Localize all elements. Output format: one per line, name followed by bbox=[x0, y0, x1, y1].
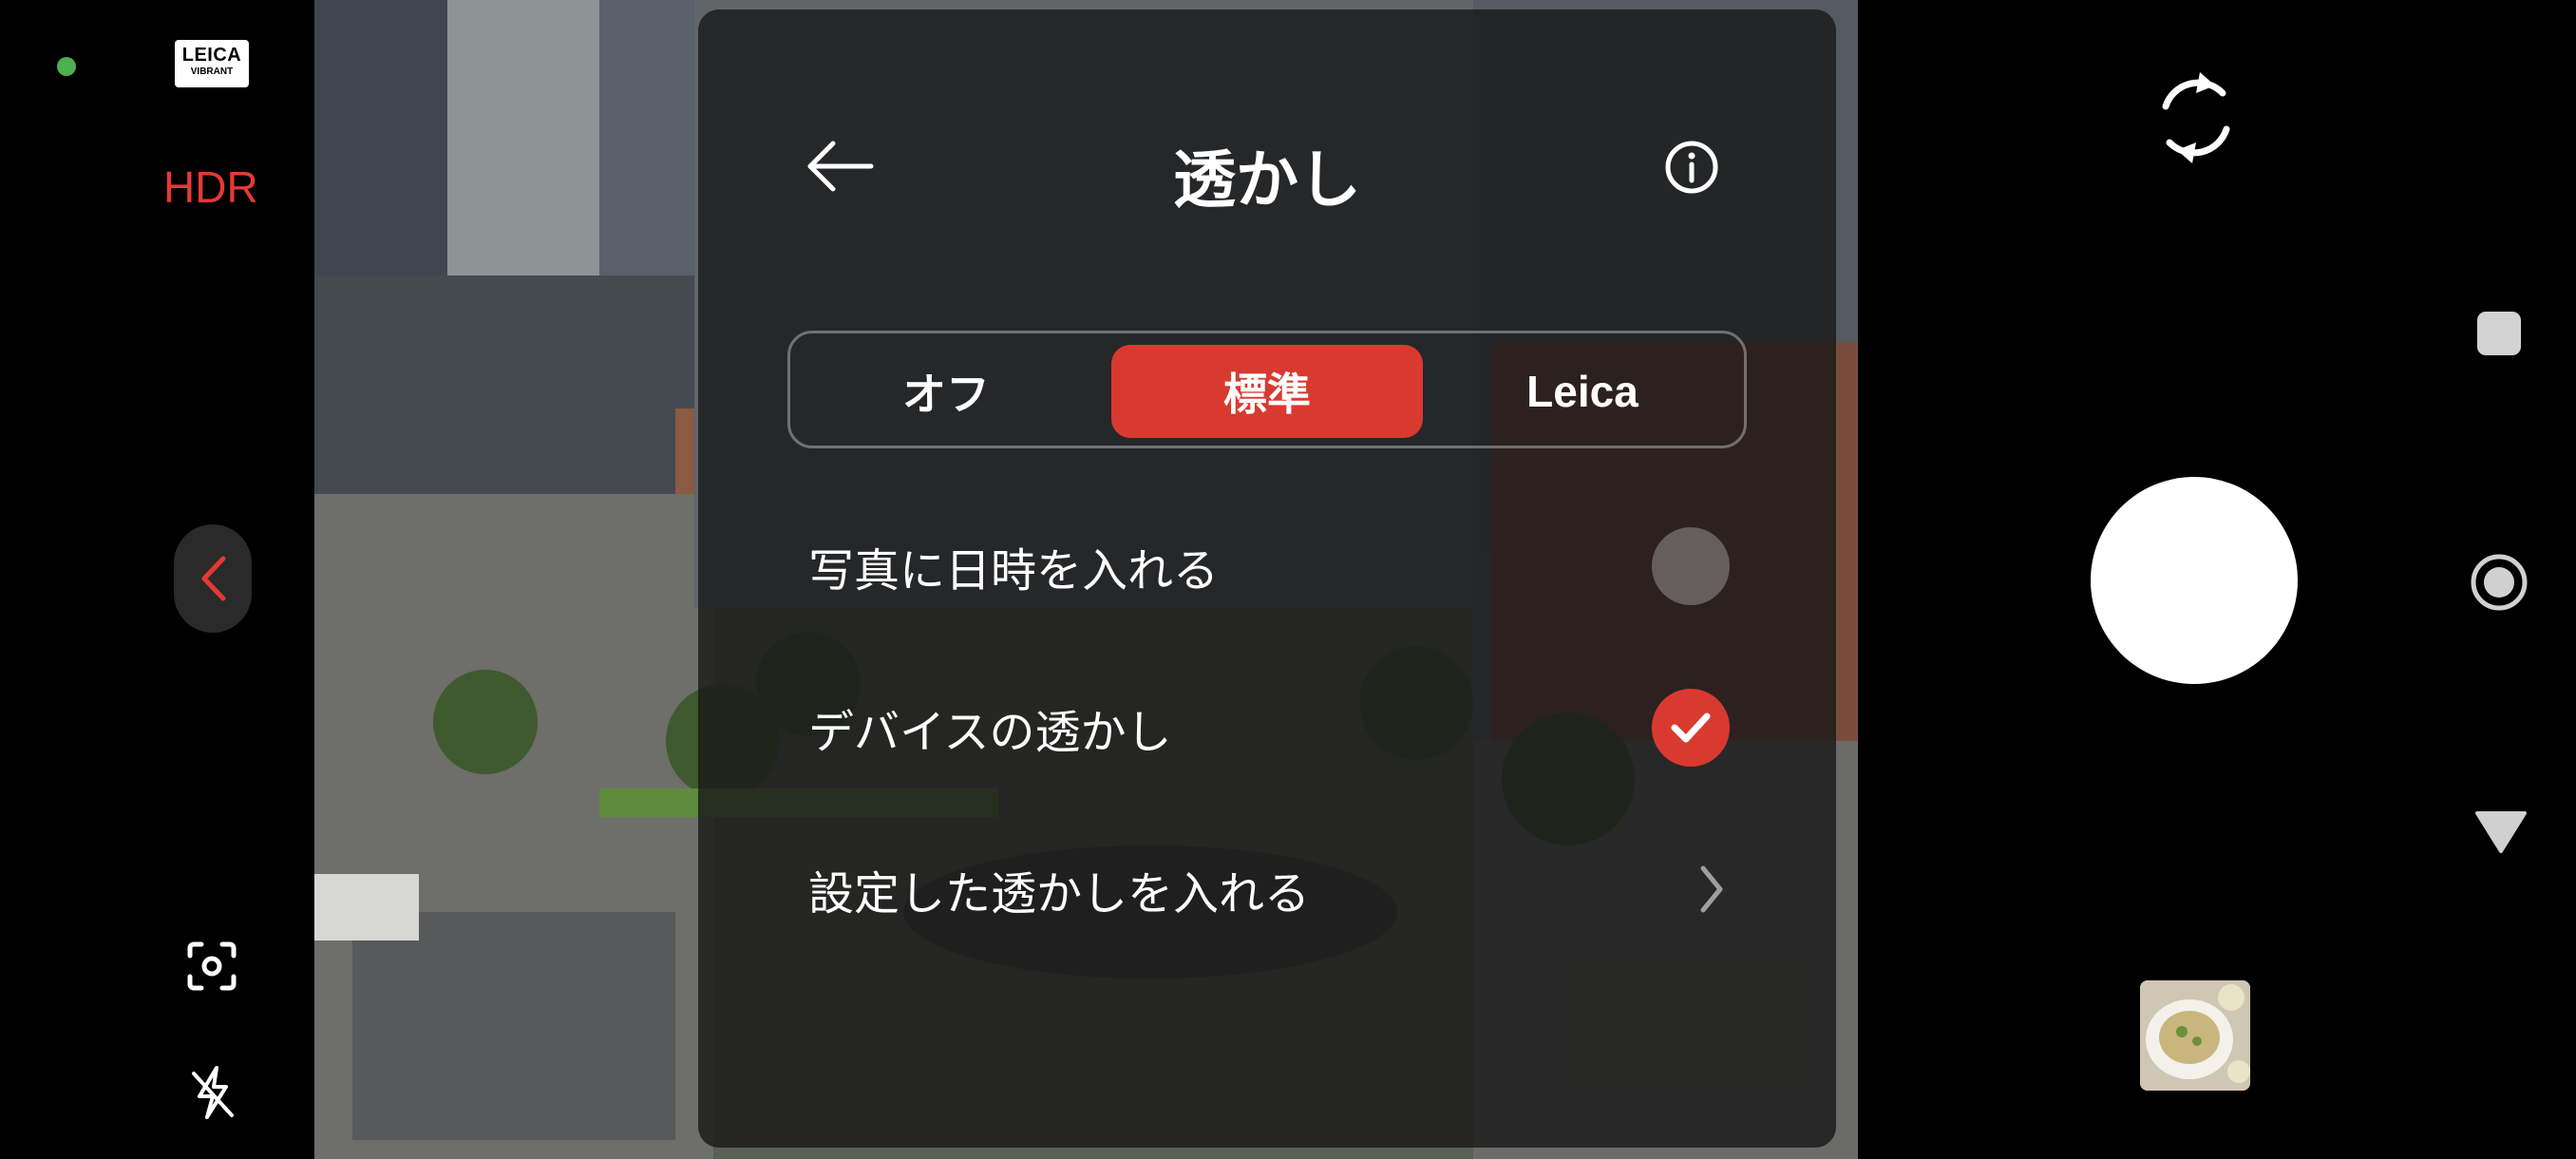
date-time-toggle[interactable] bbox=[1652, 527, 1730, 605]
watermark-settings-panel: 透かし オフ 標準 Leica 写真に日時を入れる デバイスの透かし 設定した透… bbox=[698, 10, 1836, 1148]
mode-ring-icon[interactable] bbox=[2470, 553, 2529, 612]
watermark-mode-selector: オフ 標準 Leica bbox=[787, 331, 1747, 448]
check-icon bbox=[1671, 712, 1711, 743]
switch-camera-icon[interactable] bbox=[2147, 65, 2245, 171]
leica-vibrant-button[interactable]: LEICA VIBRANT bbox=[175, 40, 249, 87]
segment-leica[interactable]: Leica bbox=[1427, 345, 1738, 438]
camera-active-indicator bbox=[57, 57, 76, 76]
flash-off-icon[interactable] bbox=[188, 1064, 237, 1121]
device-watermark-toggle[interactable] bbox=[1652, 689, 1730, 767]
chevron-right-icon bbox=[1700, 865, 1723, 913]
custom-watermark-row[interactable]: 設定した透かしを入れる bbox=[808, 832, 1730, 946]
device-watermark-row[interactable]: デバイスの透かし bbox=[808, 671, 1730, 785]
date-time-label: 写真に日時を入れる bbox=[808, 544, 1220, 598]
triangle-down-icon[interactable] bbox=[2473, 809, 2529, 855]
date-time-row[interactable]: 写真に日時を入れる bbox=[808, 509, 1730, 623]
gallery-thumbnail-image bbox=[2140, 980, 2250, 1091]
lens-focus-icon[interactable] bbox=[186, 940, 237, 992]
custom-watermark-label: 設定した透かしを入れる bbox=[808, 867, 1311, 921]
right-control-rail bbox=[1858, 0, 2576, 1159]
leica-badge-title: LEICA bbox=[181, 45, 242, 66]
leica-badge-subtitle: VIBRANT bbox=[190, 66, 234, 77]
left-control-rail: LEICA VIBRANT HDR bbox=[0, 0, 314, 1159]
segment-standard[interactable]: 標準 bbox=[1111, 345, 1423, 438]
collapse-left-icon bbox=[201, 556, 226, 601]
device-watermark-label: デバイスの透かし bbox=[808, 706, 1172, 759]
hdr-button[interactable]: HDR bbox=[163, 162, 258, 213]
gallery-thumbnail[interactable] bbox=[2140, 980, 2250, 1091]
collapse-button[interactable] bbox=[174, 524, 252, 633]
info-icon[interactable] bbox=[1663, 139, 1720, 196]
shutter-button[interactable] bbox=[2091, 477, 2298, 684]
segment-off[interactable]: オフ bbox=[790, 345, 1102, 438]
stop-square-button[interactable] bbox=[2477, 312, 2521, 355]
